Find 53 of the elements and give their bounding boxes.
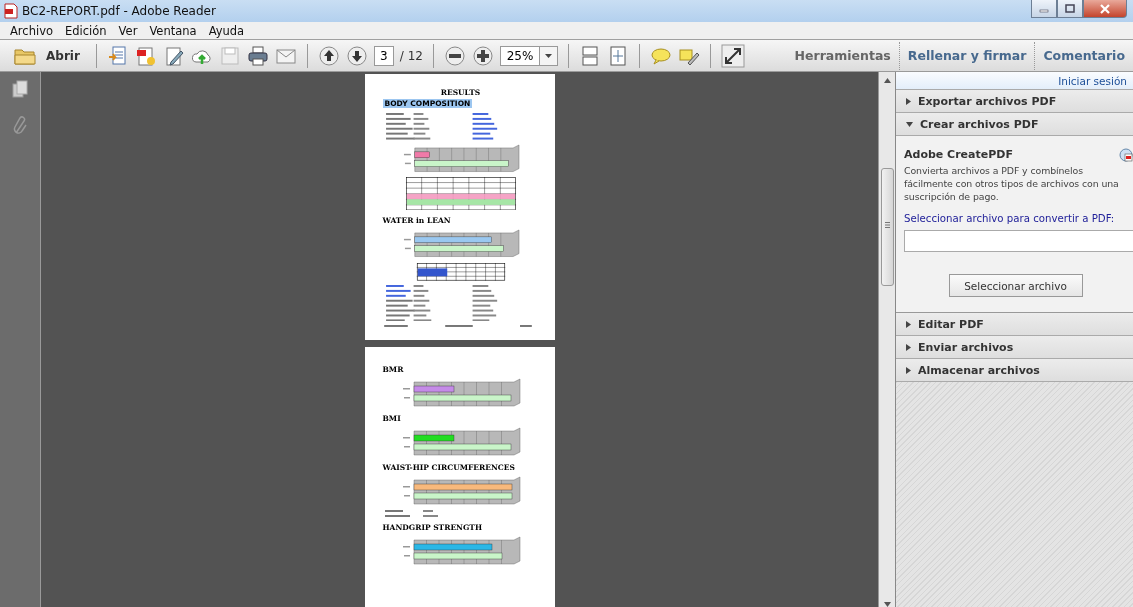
panel-section-header[interactable]: Crear archivos PDF <box>896 113 1133 136</box>
maximize-button[interactable] <box>1057 0 1083 18</box>
menu-item[interactable]: Ver <box>113 23 143 38</box>
scroll-up-icon[interactable] <box>883 78 891 83</box>
folder-icon <box>14 46 36 65</box>
scroll-down-icon[interactable] <box>883 602 891 607</box>
tool-tab[interactable]: Rellenar y firmar <box>899 48 1035 63</box>
pdf-file-icon <box>4 3 18 19</box>
page-number-field[interactable]: 3 <box>373 45 394 66</box>
file-path-field[interactable] <box>904 230 1133 252</box>
panel-section-header[interactable]: Editar PDF <box>896 313 1133 336</box>
close-icon <box>1100 3 1110 14</box>
tool-tab[interactable]: Comentario <box>1035 48 1133 63</box>
arrow-down-icon[interactable] <box>345 44 368 67</box>
triangle-down-icon <box>906 121 913 127</box>
fullscreen-icon[interactable] <box>720 43 745 68</box>
maximize-icon <box>1065 4 1075 13</box>
create-pdf-icon[interactable] <box>1119 148 1133 162</box>
panel-section-header[interactable]: Almacenar archivos <box>896 359 1133 382</box>
grip-icon <box>884 222 890 228</box>
field-label: Seleccionar archivo para convertir a PDF: <box>904 213 1116 224</box>
minimize-button[interactable] <box>1031 0 1057 18</box>
close-button[interactable] <box>1083 0 1127 18</box>
pages-icon[interactable] <box>12 80 28 98</box>
scrollbar-thumb[interactable] <box>880 168 894 286</box>
triangle-right-icon <box>906 320 911 328</box>
menu-item[interactable]: Ventana <box>144 23 202 38</box>
print-icon[interactable] <box>246 44 269 67</box>
tool-tab[interactable]: Herramientas <box>786 48 899 63</box>
paperclip-icon[interactable] <box>13 116 27 136</box>
menu-item[interactable]: Edición <box>60 23 112 38</box>
menu-item[interactable]: Archivo <box>5 23 58 38</box>
service-name: Adobe CreatePDF <box>904 148 1013 162</box>
triangle-right-icon <box>906 343 911 351</box>
menu-item[interactable]: Ayuda <box>203 23 250 38</box>
create-pdf-icon[interactable] <box>134 44 157 67</box>
panel-section-header[interactable]: Exportar archivos PDF <box>896 90 1133 113</box>
text-lines-drawing <box>382 510 441 517</box>
triangle-right-icon <box>906 366 911 374</box>
page-total: / 12 <box>399 48 423 63</box>
select-file-button[interactable]: Seleccionar archivo <box>948 274 1083 297</box>
window-title: BC2-REPORT.pdf - Adobe Reader <box>22 4 216 18</box>
panel-section-header[interactable]: Enviar archivos <box>896 336 1133 359</box>
zoom-out-icon[interactable] <box>443 44 466 67</box>
description-text: Convierta archivos a PDF y combínelos fácilmente con otros tipos de archivos con una suscripción de pago. <box>904 164 1120 203</box>
arrow-up-icon[interactable] <box>317 44 340 67</box>
triangle-right-icon <box>906 97 911 105</box>
caret-icon <box>544 53 552 58</box>
document-export-icon[interactable] <box>106 44 129 67</box>
zoom-dropdown-button[interactable] <box>539 45 558 66</box>
open-button[interactable]: Abrir <box>14 46 80 65</box>
zoom-field[interactable]: 25% <box>499 45 540 66</box>
zoom-in-icon[interactable] <box>471 44 494 67</box>
